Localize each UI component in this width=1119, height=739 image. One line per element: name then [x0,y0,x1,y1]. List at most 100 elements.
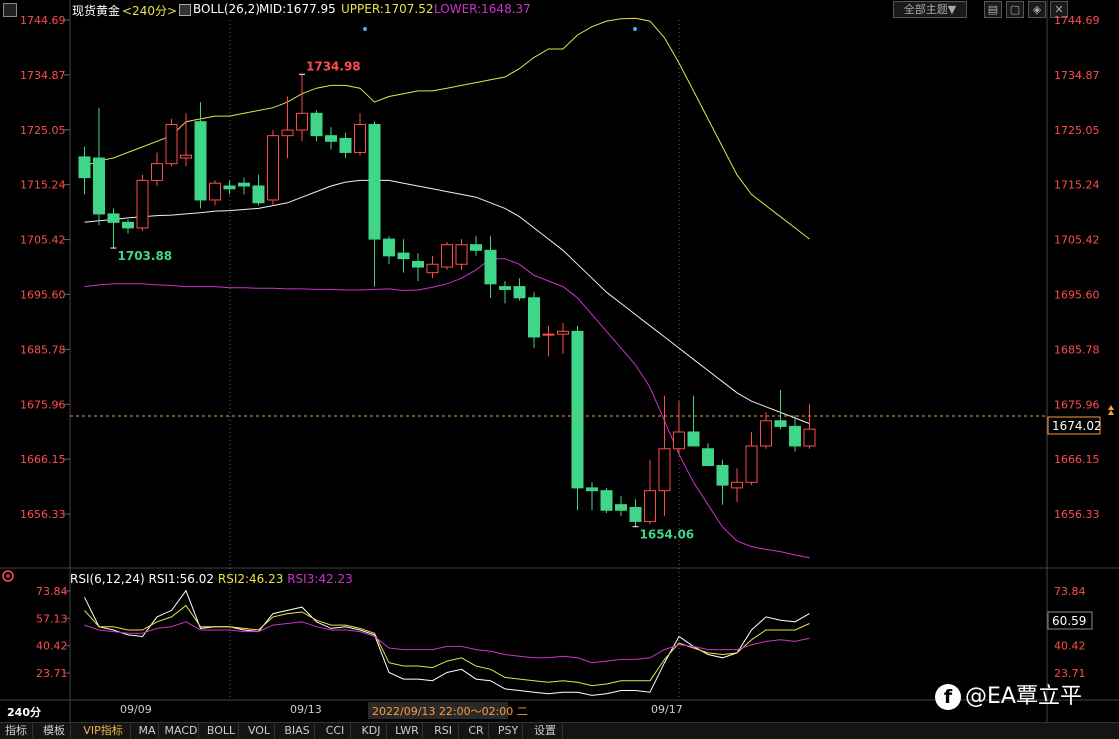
facebook-icon: f [935,684,961,710]
candle-body [78,156,91,179]
rsi1-value: RSI1:56.02 [148,572,215,586]
tab-5[interactable]: BOLL [204,723,239,738]
time-label-0913: 09/13 [290,703,322,716]
bottom-toolbar: 240分 指标 指标模板VIP指标MAMACDBOLLVOLBIASCCIKDJ… [0,705,1119,739]
price-tick-right: 1734.87 [1054,69,1100,82]
tab-1[interactable]: 模板 [38,723,71,738]
tab-11[interactable]: RSI [428,723,459,738]
candle-body [586,487,598,492]
candle-body [629,506,642,522]
rsi-lines [84,589,810,696]
tab-8[interactable]: CCI [320,723,351,738]
tab-10[interactable]: LWR [392,723,423,738]
candle-body [223,185,236,190]
price-tick-right: 1666.15 [1054,453,1100,466]
candle-body [513,286,526,299]
boll-mid-line [84,179,810,425]
candle-body [281,129,294,137]
rsi-axis: 73.8473.8457.1357.1340.4240.4223.7123.71 [36,585,1086,680]
candle-body [789,425,801,447]
rsi-tick-right: 73.84 [1054,585,1086,598]
price-annotations: 1734.98 1703.88 1654.06 [110,27,695,542]
rsi-tick-right: 40.42 [1054,640,1086,653]
candle-body [194,121,207,201]
price-tick-right: 1656.33 [1054,508,1100,521]
candle-body [455,244,468,265]
price-tick-left: 1715.24 [20,179,66,192]
price-tick-right: 1695.60 [1054,288,1100,301]
event-marker [363,27,367,31]
candle-body [615,504,627,511]
candle-body [702,448,714,467]
candle-body [383,238,395,257]
price-tick-left: 1666.15 [20,453,66,466]
candle-body [571,330,584,489]
tab-0[interactable]: 指标 [0,723,33,738]
candlesticks [78,74,816,527]
candle-body [441,244,453,268]
rsi-legend: RSI(6,12,24) RSI1:56.02 RSI2:46.23 RSI3:… [70,572,353,586]
candle-body [470,244,482,251]
price-tick-right: 1744.69 [1054,14,1100,27]
tab-7[interactable]: BIAS [280,723,315,738]
candle-body [716,465,729,486]
candle-body [397,252,410,260]
candle-body [745,445,758,483]
boll-upper-line [84,17,810,240]
candle-body [673,431,685,450]
current-price-marker [1108,405,1114,410]
candle-body [93,157,105,215]
rsi-current-label: 60.59 [1052,614,1086,628]
rsi-series-rsi3 [84,621,810,664]
candle-body [310,112,323,137]
candle-body [151,163,163,181]
candle-body [267,135,279,201]
tab-9[interactable]: KDJ [356,723,387,738]
rsi-title: RSI(6,12,24) [70,572,145,586]
chart-canvas[interactable]: 1744.69 1744.69 1734.87 1734.87 1725.05 1725.… [0,0,1119,738]
candle-body [165,123,178,165]
tab-2[interactable]: VIP指标 [76,723,131,738]
price-tick-left: 1675.96 [20,398,66,411]
candle-body [499,286,511,290]
candle-body [542,333,555,336]
tab-13[interactable]: PSY [494,723,523,738]
candle-body [600,490,613,511]
price-tick-right: 1725.05 [1054,124,1100,137]
price-tick-left: 1685.78 [20,343,66,356]
rsi-tick-left: 57.13 [36,612,68,625]
rsi2-value: RSI2:46.23 [217,572,284,586]
boll-lower-line [84,258,810,559]
price-axis: 1744.69 1744.69 1734.87 1734.87 1725.05 1725.… [20,14,1100,521]
time-label-0917: 09/17 [651,703,683,716]
low-price-label-1: 1703.88 [118,249,173,263]
price-tick-right: 1705.42 [1054,234,1100,247]
tab-14[interactable]: 设置 [528,723,563,738]
tab-3[interactable]: MA [136,723,159,738]
low-price-label-2: 1654.06 [640,528,695,542]
candle-body [136,179,149,229]
rsi-series-rsi1 [84,589,810,696]
bollinger-bands [84,17,810,559]
candle-body [368,123,381,240]
candle-body [774,420,787,427]
event-marker [633,27,637,31]
current-price-label: 1674.02 [1052,419,1102,433]
rsi-tick-left: 73.84 [36,585,68,598]
candle-body [339,137,352,153]
tab-4[interactable]: MACD [164,723,199,738]
tab-12[interactable]: CR [464,723,489,738]
high-price-label: 1734.98 [306,59,361,73]
price-tick-left: 1705.42 [20,234,66,247]
rsi-series-rsi2 [84,604,810,687]
rsi3-value: RSI3:42.23 [287,572,353,586]
watermark: f @EA覃立平 [935,678,1082,710]
candle-body [180,154,192,159]
candle-body [528,297,540,338]
period-selector[interactable]: 240分 [4,705,44,720]
candle-body [484,249,497,285]
price-tick-right: 1675.96 [1054,398,1100,411]
candle-body [296,112,308,131]
price-tick-left: 1695.60 [20,288,66,301]
tab-6[interactable]: VOL [244,723,275,738]
